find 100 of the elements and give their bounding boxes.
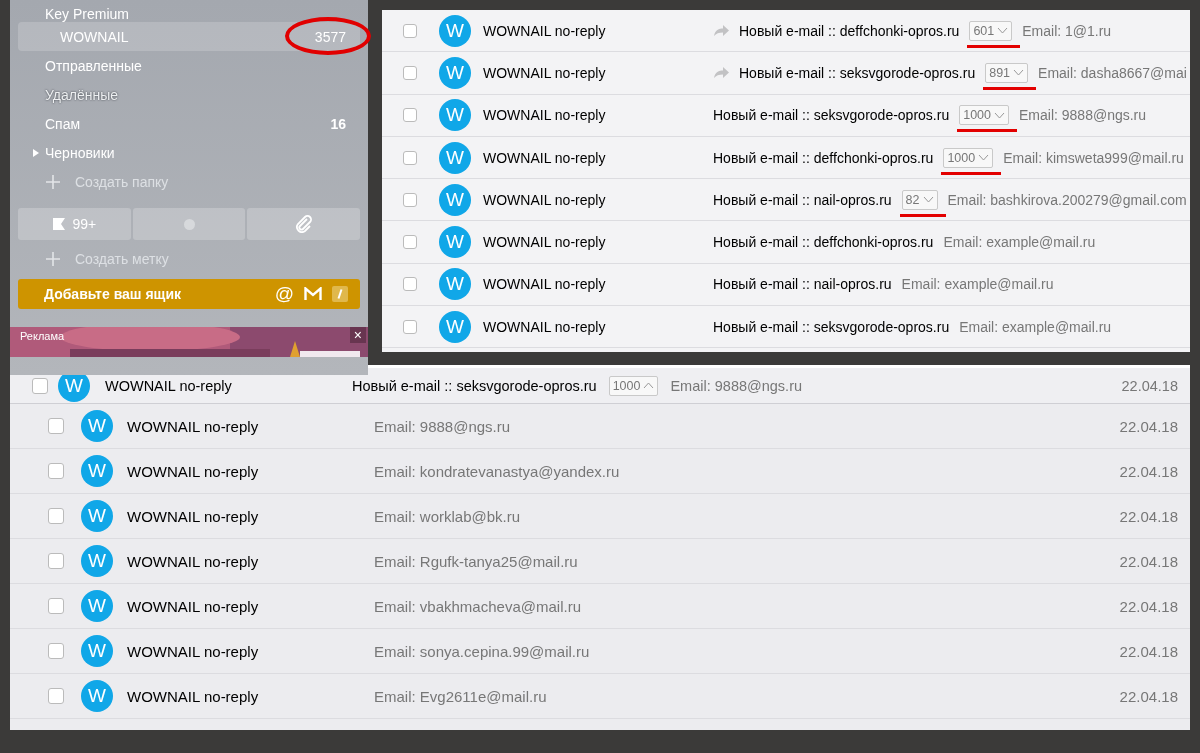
close-button[interactable]: ×: [349, 327, 366, 343]
message-date: 22.04.18: [1119, 417, 1178, 435]
attachment-filter-button[interactable]: [247, 208, 360, 240]
message-snippet: Email: Rgufk-tanya25@mail.ru: [374, 552, 578, 570]
message-snippet: Email: example@mail.ru: [959, 318, 1112, 335]
dot-icon: [183, 218, 195, 230]
sender-name: WOWNAIL no-reply: [483, 191, 607, 208]
sender-name: WOWNAIL no-reply: [483, 234, 607, 251]
message-subject: Новый e-mail :: seksvgorode-opros.ru: [713, 107, 950, 124]
avatar: W: [81, 590, 113, 622]
message-row[interactable]: W WOWNAIL no-reply Новый e-mail :: seksvgorode-opros.ru 891 Email: dasha8667@mai: [382, 52, 1190, 95]
message-date: 22.04.18: [1119, 462, 1178, 480]
checkbox[interactable]: [48, 688, 64, 704]
message-snippet: Email: 9888@ngs.ru: [670, 377, 803, 394]
avatar: W: [81, 635, 113, 667]
message-snippet: Email: worklab@bk.ru: [374, 507, 521, 525]
message-subject: Новый e-mail :: deffchonki-opros.ru: [713, 234, 934, 251]
sender-name: WOWNAIL no-reply: [127, 687, 260, 705]
avatar: W: [439, 141, 471, 174]
checkbox[interactable]: [32, 377, 48, 394]
avatar: W: [81, 500, 113, 532]
message-snippet: Email: 9888@ngs.ru: [1019, 107, 1147, 124]
checkbox[interactable]: [48, 463, 64, 479]
message-date: 22.04.18: [1119, 642, 1178, 660]
message-row[interactable]: W WOWNAIL no-reply Email: worklab@bk.ru 22.04.18: [10, 494, 1190, 539]
message-row[interactable]: W WOWNAIL no-reply Новый e-mail :: deffchonki-opros.ru 1000 Email: kimsweta999@mail.ru: [382, 136, 1190, 180]
sender-name: WOWNAIL no-reply: [483, 64, 607, 81]
message-snippet: Email: kondratevanastya@yandex.ru: [374, 462, 620, 480]
checkbox[interactable]: [48, 553, 64, 569]
checkbox[interactable]: [403, 23, 417, 38]
avatar: W: [439, 56, 471, 89]
message-snippet: Email: dasha8667@mai: [1038, 64, 1187, 81]
checkbox[interactable]: [403, 192, 417, 207]
unread-count: 16: [330, 115, 346, 132]
avatar: W: [439, 310, 471, 343]
checkbox[interactable]: [48, 643, 64, 659]
message-snippet: Email: 1@1.ru: [1022, 22, 1112, 39]
message-row[interactable]: W WOWNAIL no-reply Email: Evg2611e@mail.ru 22.04.18: [10, 674, 1190, 719]
checkbox[interactable]: [403, 235, 417, 250]
message-snippet: Email: 9888@ngs.ru: [374, 417, 511, 435]
sender-name: WOWNAIL no-reply: [127, 507, 260, 525]
message-row[interactable]: W WOWNAIL no-reply Новый e-mail :: deffchonki-opros.ru Email: example@mail.ru: [382, 221, 1190, 264]
message-subject: Новый e-mail :: seksvgorode-opros.ru: [739, 64, 976, 81]
message-row[interactable]: W WOWNAIL no-reply Новый e-mail :: nail-opros.ru 82 Email: bashkirova.200279@gmail.com: [382, 179, 1190, 222]
checkbox[interactable]: [403, 277, 417, 292]
sender-name: WOWNAIL no-reply: [127, 642, 260, 660]
chevron-up-icon: [643, 382, 655, 389]
sender-name: WOWNAIL no-reply: [105, 377, 233, 394]
thread-count-toggle[interactable]: 1000: [608, 375, 659, 396]
avatar: W: [81, 545, 113, 577]
message-row[interactable]: W WOWNAIL no-reply Email: sonya.cepina.99@mail.ru 22.04.18: [10, 629, 1190, 674]
plus-icon: [45, 250, 61, 267]
message-snippet: Email: example@mail.ru: [901, 276, 1054, 293]
checkbox[interactable]: [48, 598, 64, 614]
avatar: W: [439, 268, 471, 301]
message-row[interactable]: W WOWNAIL no-reply Новый e-mail :: seksvgorode-opros.ru 1000 Email: 9888@ngs.ru: [382, 94, 1190, 137]
message-row[interactable]: W WOWNAIL no-reply Новый e-mail :: seksvgorode-opros.ru Email: example@mail.ru: [382, 306, 1190, 349]
envelope-icon: [304, 287, 322, 301]
checkbox[interactable]: [403, 150, 417, 165]
checkbox[interactable]: [48, 418, 64, 434]
chevron-down-icon: [978, 154, 990, 162]
message-snippet: Email: bashkirova.200279@gmail.com: [947, 191, 1187, 208]
flag-icon: [52, 217, 67, 231]
chevron-down-icon: [922, 196, 934, 204]
message-date: 22.04.18: [1119, 552, 1178, 570]
sender-name: WOWNAIL no-reply: [483, 149, 607, 166]
checkbox[interactable]: [403, 108, 417, 123]
plus-icon: [45, 173, 61, 190]
avatar: W: [81, 455, 113, 487]
message-snippet: Email: vbakhmacheva@mail.ru: [374, 597, 581, 615]
message-snippet: Email: example@mail.ru: [943, 234, 1096, 251]
message-subject: Новый e-mail :: nail-opros.ru: [713, 276, 892, 293]
message-subject: Новый e-mail :: seksvgorode-opros.ru: [713, 318, 950, 335]
collapsed-triangle-icon[interactable]: [32, 148, 40, 157]
sender-name: WOWNAIL no-reply: [483, 276, 607, 293]
message-row[interactable]: W WOWNAIL no-reply Новый e-mail :: nail-opros.ru Email: example@mail.ru: [382, 263, 1190, 307]
sender-name: WOWNAIL no-reply: [127, 597, 260, 615]
avatar: W: [439, 99, 471, 132]
message-snippet: Email: kimsweta999@mail.ru: [1003, 149, 1184, 166]
message-row[interactable]: W WOWNAIL no-reply Email: Rgufk-tanya25@mail.ru 22.04.18: [10, 539, 1190, 584]
message-row[interactable]: W WOWNAIL no-reply Новый e-mail :: deffchonki-opros.ru 601 Email: 1@1.ru: [382, 10, 1190, 53]
avatar: W: [81, 410, 113, 442]
checkbox[interactable]: [403, 319, 417, 334]
chevron-down-icon: [994, 111, 1005, 119]
message-subject: Новый e-mail :: seksvgorode-opros.ru: [352, 377, 597, 394]
at-icon: @: [274, 283, 294, 305]
message-row[interactable]: W WOWNAIL no-reply Email: kondratevanastya@yandex.ru 22.04.18: [10, 449, 1190, 494]
sender-name: WOWNAIL no-reply: [483, 107, 607, 124]
avatar: W: [81, 680, 113, 712]
avatar: W: [439, 183, 471, 216]
message-subject: Новый e-mail :: nail-opros.ru: [713, 191, 892, 208]
message-snippet: Email: Evg2611e@mail.ru: [374, 687, 547, 705]
ad-label: Реклама: [20, 330, 65, 342]
sender-name: WOWNAIL no-reply: [127, 417, 260, 435]
unread-filter-button[interactable]: [132, 208, 246, 240]
checkbox[interactable]: [48, 508, 64, 524]
message-row[interactable]: W WOWNAIL no-reply Email: vbakhmacheva@mail.ru 22.04.18: [10, 584, 1190, 629]
checkbox[interactable]: [403, 65, 417, 80]
sender-name: WOWNAIL no-reply: [127, 552, 260, 570]
message-row[interactable]: W WOWNAIL no-reply Email: 9888@ngs.ru 22.04.18: [10, 404, 1190, 449]
